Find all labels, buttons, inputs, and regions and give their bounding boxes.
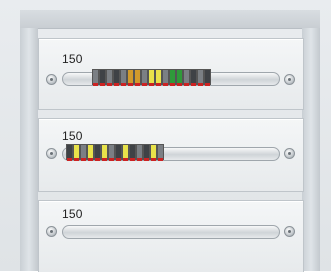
device-indicator — [156, 83, 161, 86]
row-2-right-screw-icon — [284, 148, 295, 159]
device-indicator — [67, 158, 72, 161]
row-1-right-screw-icon — [284, 74, 295, 85]
device-indicator — [144, 158, 149, 161]
device-indicator — [191, 83, 196, 86]
row-2-label: 150 — [62, 129, 83, 143]
row-2-left-screw-icon — [46, 148, 57, 159]
row-1-left-screw-icon — [46, 74, 57, 85]
device-indicator — [100, 83, 105, 86]
row-3-left-screw-icon — [46, 226, 57, 237]
device-indicator — [114, 83, 119, 86]
device-indicator — [205, 83, 210, 86]
device-indicator — [163, 83, 168, 86]
device-indicator — [137, 158, 142, 161]
device-indicator — [95, 158, 100, 161]
device-indicator — [107, 83, 112, 86]
distribution-cabinet: 150 150 150 — [0, 0, 331, 272]
device-indicator — [109, 158, 114, 161]
device-indicator — [116, 158, 121, 161]
cabinet-top — [20, 10, 320, 29]
device-indicator — [149, 83, 154, 86]
device-indicator — [177, 83, 182, 86]
device-indicator — [74, 158, 79, 161]
device-indicator — [123, 158, 128, 161]
device-indicator — [198, 83, 203, 86]
device-indicator — [121, 83, 126, 86]
device-indicator — [170, 83, 175, 86]
device-indicator — [88, 158, 93, 161]
device-indicator — [93, 83, 98, 86]
cabinet-left-rail — [20, 28, 38, 271]
device-indicator — [128, 83, 133, 86]
device-indicator — [102, 158, 107, 161]
row-3-right-screw-icon — [284, 226, 295, 237]
device-indicator — [151, 158, 156, 161]
device-indicator — [158, 158, 163, 161]
device-indicator — [184, 83, 189, 86]
row-1-label: 150 — [62, 52, 83, 66]
row-3-din-rail — [62, 225, 280, 239]
cabinet-right-rail — [302, 28, 320, 271]
device-indicator — [81, 158, 86, 161]
device-indicator — [130, 158, 135, 161]
device-indicator — [135, 83, 140, 86]
device-indicator — [142, 83, 147, 86]
row-3-label: 150 — [62, 207, 83, 221]
